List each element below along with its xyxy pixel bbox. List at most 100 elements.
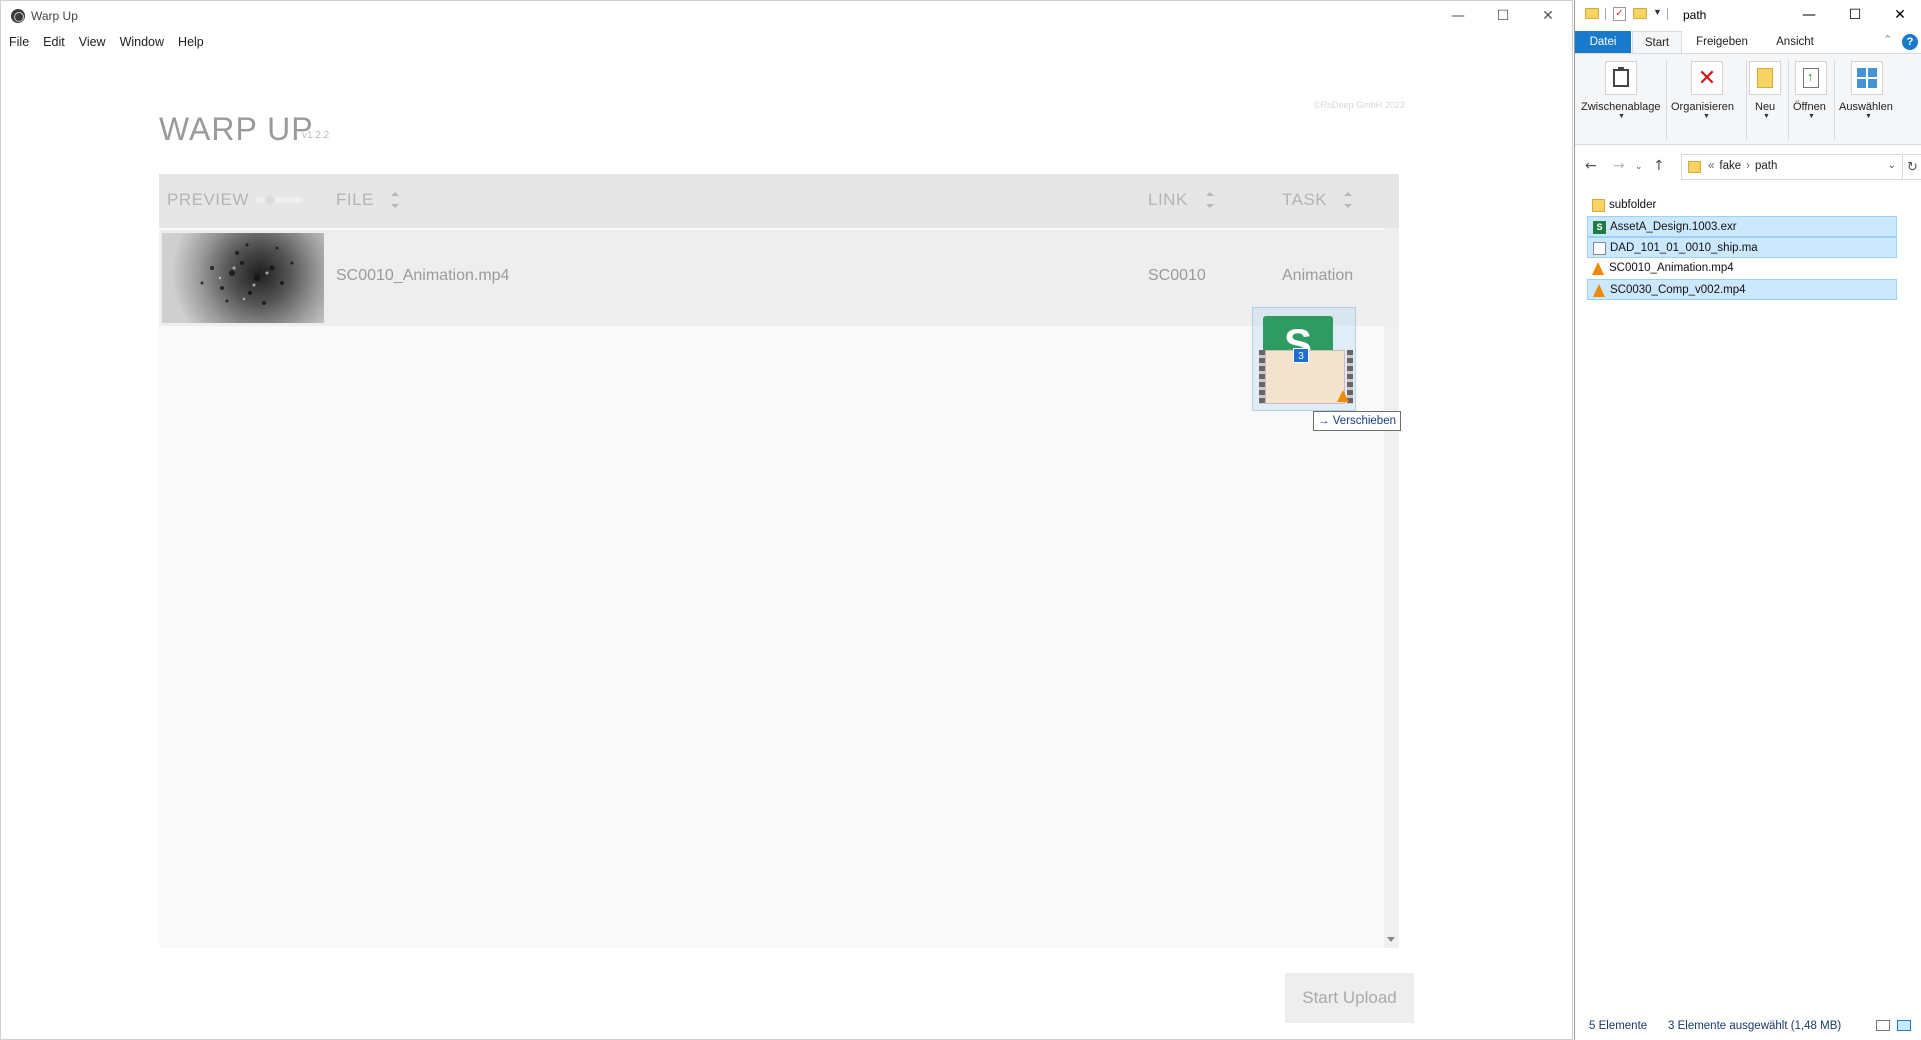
refresh-icon[interactable]: ↻ (1904, 154, 1921, 180)
menu-bar: File Edit View Window Help (1, 31, 218, 53)
drag-count-badge: 3 (1293, 348, 1309, 363)
properties-icon[interactable]: ✓ (1613, 7, 1626, 21)
ribbon: Zwischenablage ▼ ✕ Organisieren ▼ Neu ▼ … (1575, 53, 1921, 145)
window-title: Warp Up (31, 9, 78, 23)
list-item[interactable]: SC0010_Animation.mp4 (1587, 258, 1897, 279)
file-table: PREVIEW FILE LINK TASK SC0010_Animation.… (159, 174, 1399, 948)
explorer-window-title: path (1683, 8, 1707, 22)
ribbon-group-select[interactable]: Auswählen ▼ (1837, 57, 1899, 141)
list-item[interactable]: S AssetA_Design.1003.exr (1587, 216, 1897, 237)
file-name: SC0030_Comp_v002.mp4 (1610, 284, 1746, 296)
new-folder-icon[interactable] (1633, 8, 1647, 19)
app-title: WARP UP (159, 111, 314, 147)
status-selection: 3 Elemente ausgewählt (1,48 MB) (1668, 1020, 1842, 1032)
ribbon-label-new: Neu (1755, 101, 1776, 113)
chevron-down-icon[interactable]: ⌄ (1888, 160, 1896, 171)
title-bar[interactable]: Warp Up — ☐ ✕ (1, 1, 1572, 31)
tab-datei[interactable]: Datei (1575, 31, 1631, 53)
ribbon-group-organize[interactable]: ✕ Organisieren ▼ (1669, 57, 1743, 141)
vlc-icon (1593, 284, 1605, 297)
clipboard-icon (1605, 61, 1637, 95)
breadcrumb-item-path[interactable]: path (1755, 160, 1777, 172)
move-arrow-icon: → (1318, 415, 1333, 427)
tab-ansicht[interactable]: Ansicht (1765, 31, 1825, 53)
ribbon-group-clipboard[interactable]: Zwischenablage ▼ (1579, 57, 1663, 141)
explorer-maximize-button[interactable]: ☐ (1833, 4, 1877, 26)
close-button[interactable]: ✕ (1528, 5, 1568, 27)
column-header-file[interactable]: FILE (336, 190, 374, 210)
sort-task-icon[interactable] (1344, 190, 1352, 212)
status-bar: 5 Elemente 3 Elemente ausgewählt (1,48 M… (1575, 1016, 1921, 1040)
task-cell[interactable]: Animation (1282, 267, 1353, 285)
customize-quick-access-icon[interactable]: ▼ (1653, 7, 1662, 17)
sheet-icon: S (1593, 221, 1606, 234)
up-arrow-icon[interactable]: ↑ (1653, 158, 1665, 174)
chevron-down-icon: ▼ (1763, 113, 1770, 120)
start-upload-button[interactable]: Start Upload (1285, 973, 1414, 1023)
sort-link-icon[interactable] (1206, 190, 1214, 212)
address-bar: ← → ⌄ ↑ «fake › path ⌄ ↻ (1575, 152, 1921, 182)
table-row[interactable]: SC0010_Animation.mp4 SC0010 Animation (159, 230, 1399, 326)
breadcrumb: «fake › path (1708, 160, 1778, 172)
app-version: v1.2.2 (302, 130, 330, 141)
file-name: DAD_101_01_0010_ship.ma (1610, 242, 1758, 254)
file-list: subfolder S AssetA_Design.1003.exr DAD_1… (1587, 195, 1897, 300)
drag-tooltip-text: Verschieben (1332, 415, 1396, 427)
menu-edit[interactable]: Edit (43, 31, 65, 53)
tab-freigeben[interactable]: Freigeben (1687, 31, 1757, 53)
list-item[interactable]: subfolder (1587, 195, 1897, 216)
explorer-title-bar[interactable]: ✓ ▼ path — ☐ ✕ (1575, 0, 1921, 30)
ribbon-label-organize: Organisieren (1671, 101, 1734, 113)
list-item[interactable]: SC0030_Comp_v002.mp4 (1587, 279, 1897, 300)
breadcrumb-item-fake[interactable]: fake (1719, 160, 1741, 172)
explorer-close-button[interactable]: ✕ (1878, 4, 1921, 26)
preview-toggle[interactable] (255, 195, 303, 205)
menu-file[interactable]: File (9, 31, 29, 53)
link-cell[interactable]: SC0010 (1148, 267, 1206, 285)
forward-arrow-icon[interactable]: → (1613, 158, 1625, 174)
file-name: SC0010_Animation.mp4 (1609, 262, 1734, 274)
ribbon-label-clipboard: Zwischenablage (1581, 101, 1661, 113)
chevron-down-icon: ▼ (1808, 113, 1815, 120)
details-view-icon[interactable] (1876, 1020, 1890, 1031)
ribbon-group-open[interactable]: Öffnen ▼ (1791, 57, 1831, 141)
recent-locations-icon[interactable]: ⌄ (1635, 162, 1643, 172)
column-header-task[interactable]: TASK (1282, 190, 1327, 210)
back-arrow-icon[interactable]: ← (1585, 158, 1597, 174)
maximize-button[interactable]: ☐ (1483, 5, 1523, 27)
help-icon[interactable]: ? (1902, 34, 1918, 50)
quick-access-separator (1605, 8, 1606, 20)
ribbon-group-new[interactable]: Neu ▼ (1749, 57, 1785, 141)
tab-start[interactable]: Start (1632, 31, 1682, 53)
filmstrip-left-icon (1259, 350, 1265, 404)
ribbon-tabs: Datei Start Freigeben Ansicht ⌃ (1575, 31, 1921, 53)
app-icon (11, 9, 25, 23)
collapse-ribbon-icon[interactable]: ⌃ (1883, 33, 1892, 46)
quick-access-separator (1667, 8, 1668, 20)
menu-help[interactable]: Help (178, 31, 204, 53)
menu-window[interactable]: Window (120, 31, 164, 53)
minimize-button[interactable]: — (1438, 5, 1478, 27)
list-item[interactable]: DAD_101_01_0010_ship.ma (1587, 237, 1897, 258)
large-icons-view-icon[interactable] (1897, 1020, 1911, 1031)
address-input[interactable]: «fake › path ⌄ (1681, 154, 1903, 180)
explorer-minimize-button[interactable]: — (1787, 4, 1831, 26)
folder-icon (1592, 199, 1605, 212)
scroll-down-arrow-icon[interactable] (1387, 937, 1395, 942)
preview-thumbnail (162, 233, 324, 323)
menu-view[interactable]: View (79, 31, 106, 53)
ribbon-label-select: Auswählen (1839, 101, 1893, 113)
sort-file-icon[interactable] (391, 190, 399, 212)
chevron-down-icon: ▼ (1618, 113, 1625, 120)
table-header: PREVIEW FILE LINK TASK (159, 174, 1399, 228)
drag-tooltip: → Verschieben (1313, 411, 1401, 431)
warp-up-window: Warp Up — ☐ ✕ File Edit View Window Help… (0, 0, 1573, 1040)
copyright-text: ©RnDeep GmbH 2023 (1314, 100, 1405, 110)
column-header-preview: PREVIEW (167, 190, 249, 209)
delete-icon: ✕ (1691, 61, 1723, 95)
file-name: subfolder (1609, 199, 1657, 211)
vlc-icon (1592, 262, 1604, 275)
folder-icon (1688, 161, 1701, 173)
column-header-link[interactable]: LINK (1148, 190, 1188, 210)
select-icon (1851, 61, 1883, 95)
